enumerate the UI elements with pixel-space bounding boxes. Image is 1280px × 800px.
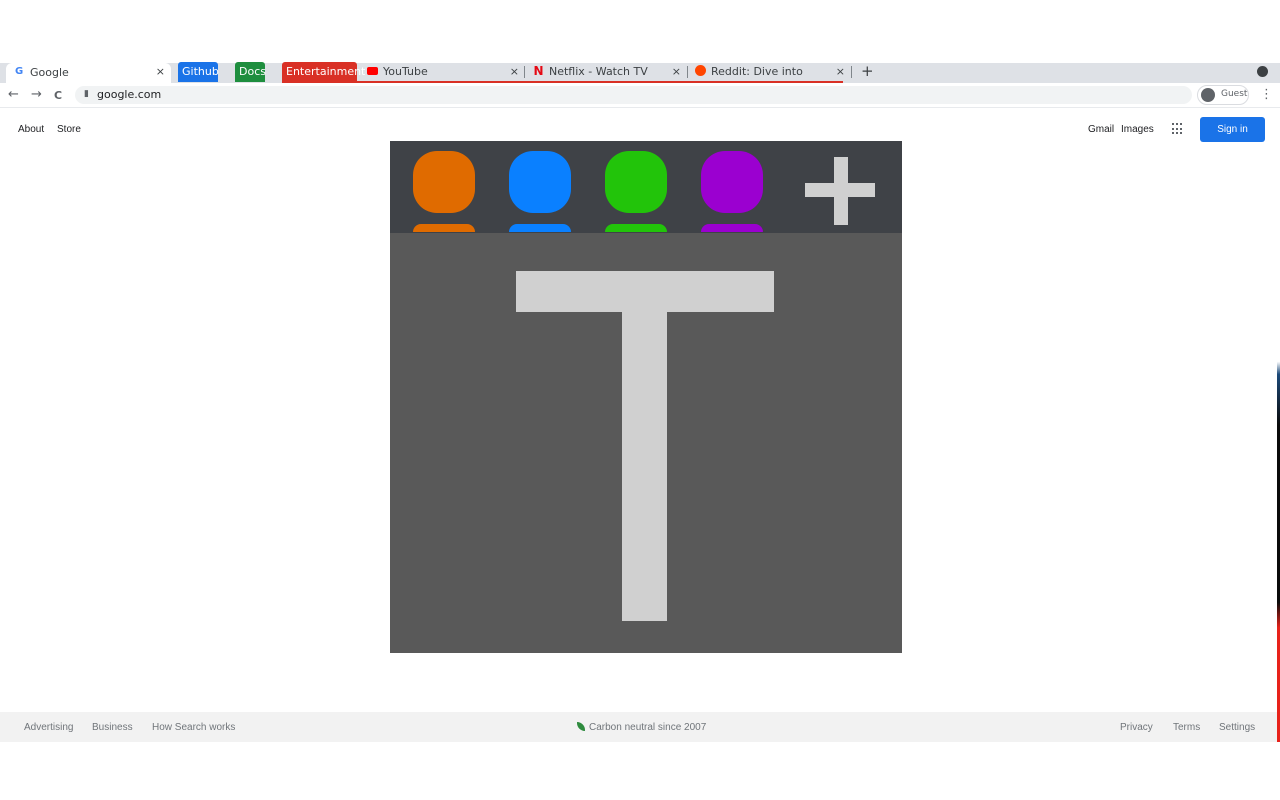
user-avatar-blue-icon	[509, 151, 573, 233]
browser-menu-icon[interactable]: ⋮	[1260, 87, 1273, 102]
new-tab-button[interactable]: +	[861, 63, 874, 79]
close-tab-icon[interactable]: ×	[672, 63, 681, 80]
url-text[interactable]: google.com	[97, 88, 161, 101]
about-link[interactable]: About	[18, 124, 44, 135]
youtube-icon	[367, 67, 378, 75]
letter-t-icon	[516, 271, 774, 312]
netflix-icon: N	[533, 64, 544, 78]
avatar-icon	[1201, 88, 1215, 102]
tab-group-docs[interactable]: Docs	[235, 62, 266, 82]
close-tab-icon[interactable]: ×	[836, 63, 845, 80]
plus-icon-bar	[805, 183, 875, 197]
store-link[interactable]: Store	[57, 124, 81, 135]
tab-separator	[687, 66, 688, 78]
tab-google[interactable]: G Google ×	[6, 63, 171, 83]
carbon-neutral-link[interactable]: Carbon neutral since 2007	[589, 722, 706, 733]
close-tab-icon[interactable]: ×	[510, 63, 519, 80]
profile-button[interactable]: Guest	[1197, 85, 1249, 105]
user-avatar-orange-icon	[413, 151, 477, 233]
address-bar[interactable]	[75, 86, 1192, 104]
tab-reddit[interactable]: Reddit: Dive into anything ×	[695, 63, 845, 95]
tab-youtube[interactable]: YouTube ×	[367, 63, 519, 81]
reload-button[interactable]: C	[54, 88, 62, 104]
how-search-works-link[interactable]: How Search works	[152, 722, 235, 733]
settings-link[interactable]: Settings	[1219, 722, 1255, 733]
close-tab-icon[interactable]: ×	[156, 65, 165, 78]
lock-icon[interactable]: ▮	[84, 89, 89, 99]
advertising-link[interactable]: Advertising	[24, 722, 73, 733]
tab-title: YouTube	[383, 65, 428, 78]
forward-button[interactable]: →	[31, 87, 42, 103]
letter-t-stem	[622, 312, 667, 621]
tab-search-icon[interactable]	[1257, 66, 1268, 77]
tab-netflix[interactable]: NNetflix - Watch TV Shows ×	[533, 63, 681, 95]
user-avatar-green-icon	[605, 151, 669, 233]
gmail-link[interactable]: Gmail	[1088, 124, 1114, 135]
tab-group-entertainment[interactable]: Entertainment	[282, 62, 365, 82]
tab-title: Google	[30, 66, 69, 79]
tab-separator	[851, 66, 852, 78]
tab-group-github[interactable]: Github	[178, 62, 219, 82]
back-button[interactable]: ←	[8, 87, 19, 103]
privacy-link[interactable]: Privacy	[1120, 722, 1153, 733]
terms-link[interactable]: Terms	[1173, 722, 1200, 733]
user-avatar-purple-icon	[701, 151, 765, 233]
google-apps-icon[interactable]	[1172, 123, 1184, 135]
google-favicon-icon: G	[15, 66, 24, 77]
tab-separator	[524, 66, 525, 78]
images-link[interactable]: Images	[1121, 124, 1154, 135]
business-link[interactable]: Business	[92, 722, 133, 733]
reddit-icon	[695, 65, 706, 76]
profile-label: Guest	[1221, 89, 1248, 99]
sign-in-button[interactable]: Sign in	[1200, 117, 1265, 142]
